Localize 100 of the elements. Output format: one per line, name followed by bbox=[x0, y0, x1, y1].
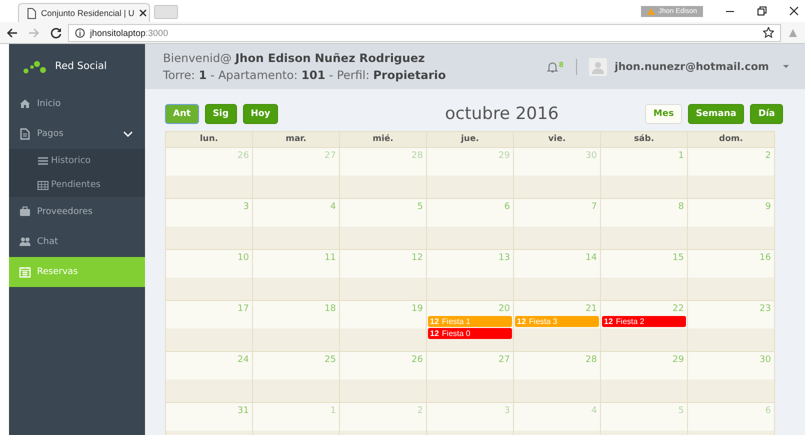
day-number: 26 bbox=[410, 354, 424, 366]
day-cell[interactable]: 3 bbox=[426, 403, 513, 435]
day-number: 23 bbox=[758, 303, 772, 315]
reload-icon bbox=[50, 26, 62, 38]
day-number: 3 bbox=[503, 405, 511, 417]
forward-arrow-icon bbox=[28, 26, 40, 38]
day-cell[interactable]: 17 bbox=[166, 301, 252, 351]
restore-icon bbox=[757, 6, 767, 16]
day-number: 24 bbox=[236, 354, 250, 366]
day-number: 1 bbox=[677, 150, 685, 162]
close-icon bbox=[789, 6, 799, 16]
view-button[interactable]: Mes bbox=[645, 104, 682, 124]
info-icon bbox=[75, 28, 85, 38]
day-number: 16 bbox=[758, 252, 772, 264]
day-cell[interactable]: 2 bbox=[339, 403, 426, 435]
day-cell[interactable]: 10 bbox=[166, 250, 252, 300]
day-number: 4 bbox=[590, 405, 598, 417]
day-cell[interactable]: 26 bbox=[166, 148, 252, 198]
briefcase-icon bbox=[19, 206, 31, 218]
view-button[interactable]: Semana bbox=[688, 104, 744, 124]
day-number: 5 bbox=[416, 201, 424, 213]
star-icon bbox=[763, 27, 774, 38]
day-number: 4 bbox=[329, 201, 337, 213]
profile-details: Torre: 1 - Apartamento: 101 - Perfil: Propietario bbox=[163, 66, 447, 84]
list-icon bbox=[37, 156, 49, 166]
day-number: 15 bbox=[672, 252, 685, 264]
day-number: 2 bbox=[416, 405, 424, 417]
warning-icon bbox=[647, 8, 656, 14]
nav-button[interactable]: Sig bbox=[204, 104, 237, 124]
day-number: 10 bbox=[236, 252, 250, 264]
day-number: 31 bbox=[236, 405, 250, 417]
page-icon bbox=[27, 8, 36, 18]
day-number: 28 bbox=[410, 150, 424, 162]
caret-icon bbox=[783, 64, 789, 68]
close-icon[interactable] bbox=[139, 9, 148, 17]
sidebar-item[interactable]: Inicio bbox=[9, 89, 145, 119]
day-number: 6 bbox=[764, 405, 772, 417]
chevron-icon bbox=[123, 130, 133, 138]
day-number: 2 bbox=[764, 150, 772, 162]
day-number: 20 bbox=[498, 303, 511, 315]
day-number: 30 bbox=[584, 150, 598, 162]
welcome-text: Bienvenid@ Jhon Edison Nuñez Rodriguez bbox=[163, 50, 426, 66]
day-number: 6 bbox=[503, 201, 511, 213]
house-icon bbox=[19, 98, 31, 110]
day-number: 30 bbox=[758, 354, 772, 366]
day-number: 25 bbox=[324, 354, 337, 366]
nav-button[interactable]: Hoy bbox=[242, 104, 278, 124]
day-number: 12 bbox=[410, 252, 424, 264]
nav-button[interactable]: Ant bbox=[165, 104, 199, 124]
day-cell[interactable]: 24 bbox=[166, 352, 252, 402]
day-cell[interactable]: 31 bbox=[166, 403, 252, 435]
document-icon bbox=[19, 128, 31, 140]
bell-icon bbox=[546, 60, 558, 72]
event-bar[interactable]: 12 Fiesta 2 bbox=[602, 316, 686, 327]
event-bar[interactable]: 12 Fiesta 3 bbox=[515, 316, 599, 327]
day-number: 21 bbox=[584, 303, 598, 315]
day-cell[interactable]: 22 12 Fiesta 2 bbox=[600, 301, 687, 351]
back-arrow-icon bbox=[6, 26, 18, 38]
brand-name: Red Social bbox=[55, 61, 107, 72]
day-cell[interactable]: 3 bbox=[166, 199, 252, 249]
day-number: 9 bbox=[764, 201, 772, 213]
submenu-item[interactable]: Historico bbox=[9, 149, 145, 173]
extension-icon bbox=[787, 26, 799, 38]
day-number: 27 bbox=[498, 354, 511, 366]
day-cell[interactable]: 4 bbox=[513, 403, 600, 435]
day-number: 26 bbox=[236, 150, 250, 162]
day-number: 3 bbox=[242, 201, 250, 213]
day-number: 13 bbox=[498, 252, 511, 264]
day-number: 17 bbox=[236, 303, 250, 315]
avatar-icon bbox=[588, 58, 607, 76]
day-number: 1 bbox=[329, 405, 337, 417]
address-field[interactable]: jhonsitolaptop:3000 bbox=[68, 24, 781, 42]
sidebar-item[interactable]: Pagos bbox=[9, 119, 145, 149]
calendar-icon bbox=[19, 266, 31, 278]
day-number: 18 bbox=[324, 303, 337, 315]
day-number: 14 bbox=[584, 252, 598, 264]
users-icon bbox=[19, 236, 31, 248]
day-cell[interactable]: 5 bbox=[600, 403, 687, 435]
day-number: 7 bbox=[590, 201, 598, 213]
sidebar-item[interactable]: Reservas bbox=[9, 257, 145, 287]
submenu-item[interactable]: Pendientes bbox=[9, 173, 145, 197]
day-number: 29 bbox=[672, 354, 685, 366]
user-email[interactable]: jhon.nunezr@hotmail.com bbox=[614, 60, 769, 72]
table-icon bbox=[37, 180, 49, 190]
browser-tab[interactable]: Conjunto Residencial | U bbox=[18, 3, 150, 22]
day-cell[interactable]: 6 bbox=[687, 403, 774, 435]
day-cell[interactable]: 1 bbox=[252, 403, 339, 435]
event-bar[interactable]: 12 Fiesta 0 bbox=[428, 328, 512, 339]
day-cell[interactable]: 21 12 Fiesta 3 bbox=[513, 301, 600, 351]
day-number: 11 bbox=[324, 252, 337, 264]
dots-logo-icon bbox=[23, 60, 47, 74]
day-cell[interactable]: 20 12 Fiesta 1 12 Fiesta 0 bbox=[426, 301, 513, 351]
day-number: 19 bbox=[410, 303, 424, 315]
day-number: 28 bbox=[584, 354, 598, 366]
sidebar-item[interactable]: Chat bbox=[9, 227, 145, 257]
event-bar[interactable]: 12 Fiesta 1 bbox=[428, 316, 512, 327]
day-number: 29 bbox=[498, 150, 511, 162]
view-button[interactable]: Día bbox=[750, 104, 783, 124]
sidebar-item[interactable]: Proveedores bbox=[9, 197, 145, 227]
url-text: jhonsitolaptop:3000 bbox=[90, 28, 168, 38]
